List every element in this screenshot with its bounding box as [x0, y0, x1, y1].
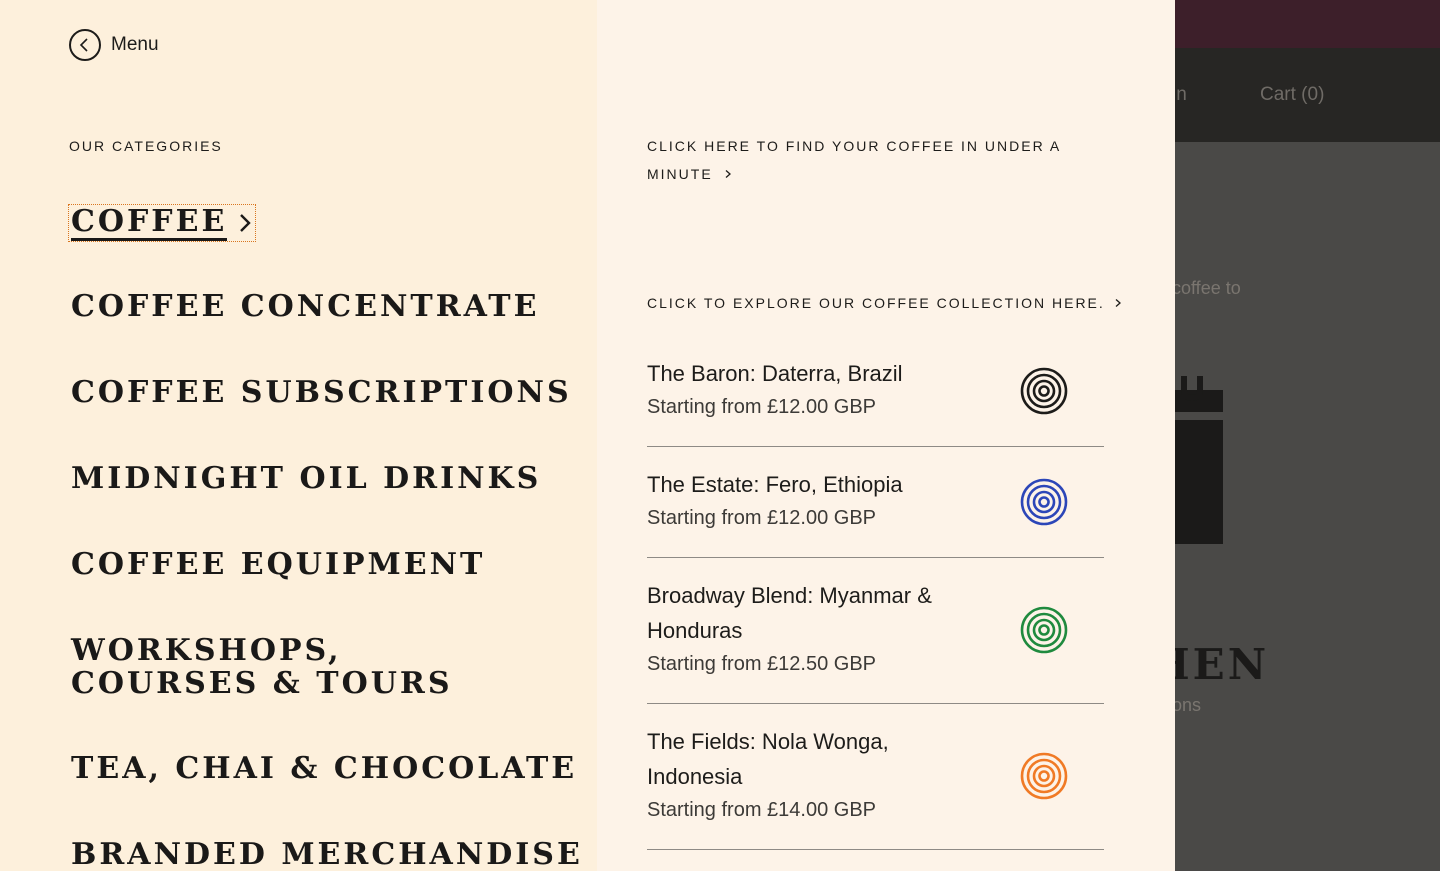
category-label: COFFEE: [71, 204, 228, 241]
background-text: coffee to: [1172, 278, 1241, 298]
category-coffee-subscriptions[interactable]: COFFEE SUBSCRIPTIONS: [71, 376, 572, 409]
product-item[interactable]: Broadway Blend: Myanmar & Honduras Start…: [647, 578, 1104, 704]
category-coffee[interactable]: COFFEE: [68, 204, 257, 242]
chevron-left-icon: [69, 29, 101, 61]
collection-label: CLICK TO EXPLORE OUR COFFEE COLLECTION H…: [647, 295, 1105, 311]
coffee-finder-link[interactable]: CLICK HERE TO FIND YOUR COFFEE IN UNDER …: [647, 132, 1067, 188]
menu-back-button[interactable]: Menu: [69, 29, 159, 61]
coffee-finder-label: CLICK HERE TO FIND YOUR COFFEE IN UNDER …: [647, 138, 1061, 182]
product-name: The Baron: Daterra, Brazil: [647, 361, 903, 386]
concentric-circles-icon: [1020, 478, 1068, 526]
category-coffee-equipment[interactable]: COFFEE EQUIPMENT: [71, 548, 485, 581]
category-tea-chai-chocolate[interactable]: TEA, CHAI & CHOCOLATE: [71, 752, 577, 785]
product-name: Broadway Blend: Myanmar & Honduras: [647, 583, 932, 643]
header-cart-link: Cart (0): [1260, 84, 1325, 105]
product-price: Starting from £14.00 GBP: [647, 799, 877, 821]
product-item[interactable]: The Fields: Nola Wonga, Indonesia Starti…: [647, 724, 1104, 850]
product-item[interactable]: The Baron: Daterra, Brazil Starting from…: [647, 356, 1104, 447]
concentric-circles-icon: [1020, 606, 1068, 654]
menu-drawer-left: Menu OUR CATEGORIES COFFEE COFFEE CONCEN…: [0, 0, 597, 871]
collection-link[interactable]: CLICK TO EXPLORE OUR COFFEE COLLECTION H…: [647, 289, 1123, 317]
product-price: Starting from £12.50 GBP: [647, 653, 877, 675]
product-name: The Estate: Fero, Ethiopia: [647, 472, 903, 497]
menu-drawer-promo: CLICK HERE TO FIND YOUR COFFEE IN UNDER …: [597, 0, 1175, 871]
concentric-circles-icon: [1020, 752, 1068, 800]
categories-heading: OUR CATEGORIES: [69, 138, 223, 154]
category-workshops-courses-tours[interactable]: WORKSHOPS, COURSES & TOURS: [71, 634, 531, 700]
chevron-right-icon: [725, 170, 731, 178]
category-midnight-oil-drinks[interactable]: MIDNIGHT OIL DRINKS: [71, 462, 541, 495]
background-subtext: ons: [1172, 695, 1202, 715]
category-branded-merchandise[interactable]: BRANDED MERCHANDISE: [71, 838, 583, 871]
chevron-right-icon: [240, 214, 252, 232]
product-name: The Fields: Nola Wonga, Indonesia: [647, 729, 889, 789]
concentric-circles-icon: [1020, 367, 1068, 415]
category-coffee-concentrate[interactable]: COFFEE CONCENTRATE: [71, 290, 539, 323]
product-item[interactable]: The Estate: Fero, Ethiopia Starting from…: [647, 467, 1104, 558]
chevron-right-icon: [1115, 299, 1121, 307]
menu-label: Menu: [111, 34, 159, 55]
